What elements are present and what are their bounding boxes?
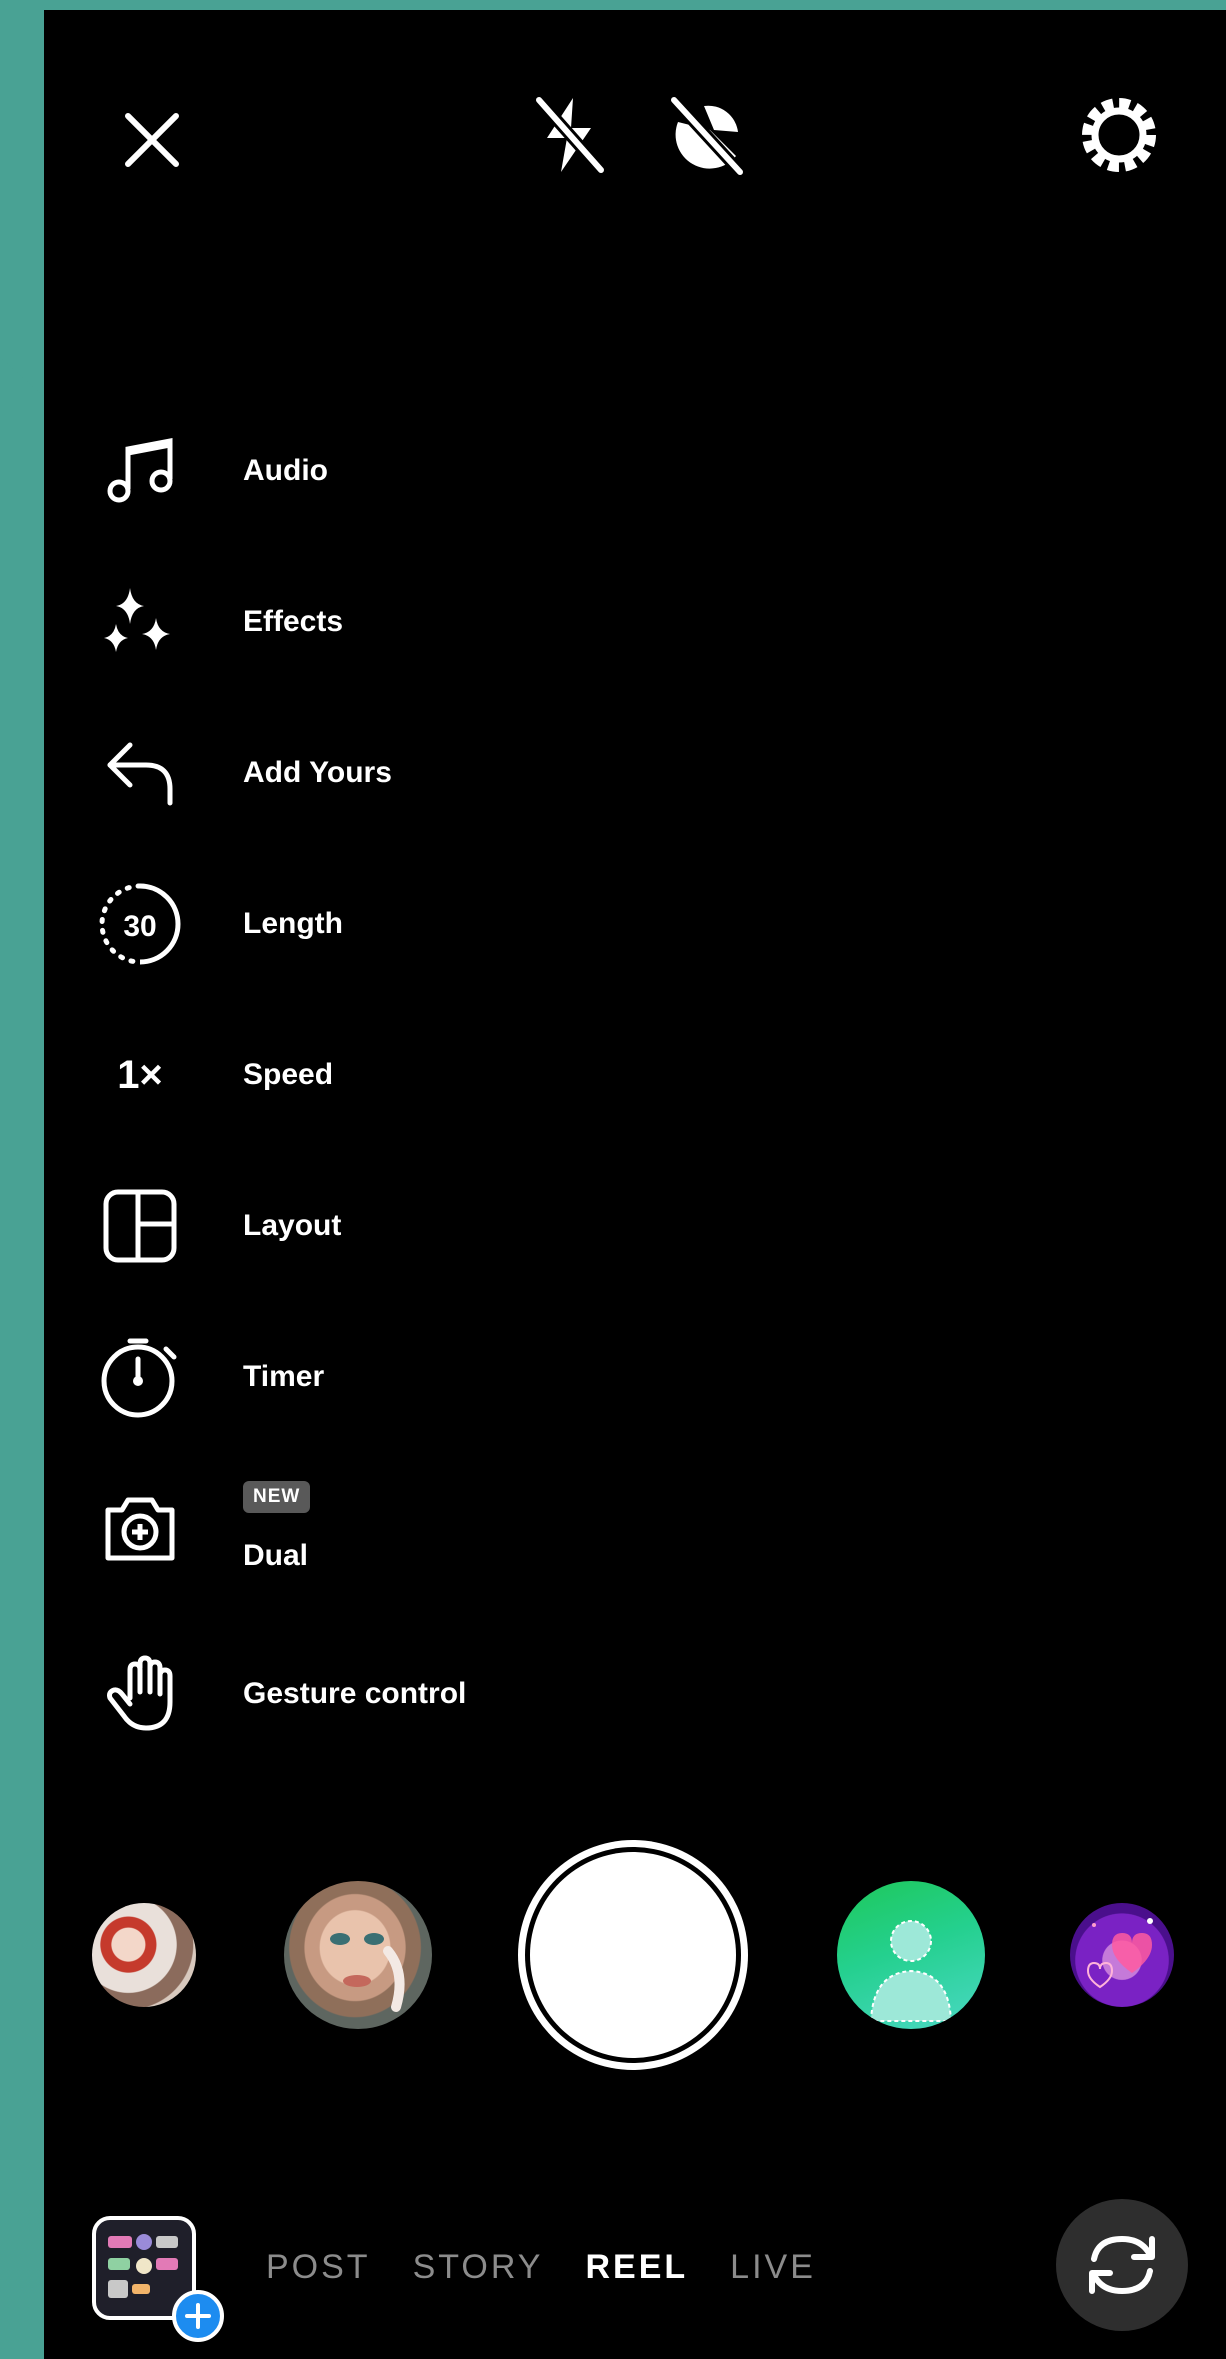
mode-live[interactable]: LIVE [730, 2248, 816, 2287]
stopwatch-icon [98, 1335, 182, 1419]
menu-label-audio: Audio [243, 454, 328, 487]
music-note-icon [98, 429, 182, 513]
menu-label-add-yours: Add Yours [243, 756, 392, 789]
mode-post[interactable]: POST [266, 2248, 371, 2287]
menu-label-length: Length [243, 907, 343, 940]
face-effect-thumbnail[interactable] [284, 1881, 432, 2029]
shutter-inner [530, 1852, 736, 2058]
svg-text:30: 30 [123, 910, 156, 943]
menu-item-speed[interactable]: 1× Speed [44, 1020, 744, 1130]
flash-off-icon[interactable] [524, 90, 614, 180]
flip-camera-button[interactable] [1056, 2199, 1188, 2331]
speed-icon: 1× [98, 1033, 182, 1117]
reply-arrow-icon [98, 731, 182, 815]
menu-label-timer: Timer [243, 1360, 325, 1393]
layout-grid-icon [98, 1184, 182, 1268]
hearts-effect-thumbnail[interactable] [1070, 1903, 1174, 2007]
menu-label-speed: Speed [243, 1058, 334, 1091]
menu-item-length[interactable]: 30 Length [44, 869, 744, 979]
products-effect-thumbnail[interactable] [92, 1903, 196, 2007]
close-icon[interactable] [112, 100, 192, 180]
menu-item-add-yours[interactable]: Add Yours [44, 718, 744, 828]
menu-item-effects[interactable]: Effects [44, 567, 744, 677]
new-badge: NEW [243, 1481, 311, 1513]
mode-story[interactable]: STORY [413, 2248, 544, 2287]
dual-camera-icon [98, 1486, 182, 1570]
menu-label-layout: Layout [243, 1209, 342, 1242]
flip-camera-icon [1089, 2235, 1155, 2295]
gallery-thumbnail-icon [108, 2234, 178, 2298]
add-icon[interactable] [172, 2290, 224, 2342]
menu-item-gesture-control[interactable]: Gesture control [44, 1639, 744, 1749]
menu-item-audio[interactable]: Audio [44, 416, 744, 526]
menu-label-effects: Effects [243, 605, 344, 638]
menu-item-dual[interactable]: NEW Dual [44, 1473, 744, 1583]
menu-item-timer[interactable]: Timer [44, 1322, 744, 1432]
speed-value: 1× [117, 1052, 163, 1097]
menu-item-layout[interactable]: Layout [44, 1171, 744, 1281]
sparkles-icon [98, 580, 182, 664]
green-screen-effect-thumbnail[interactable] [837, 1881, 985, 2029]
gear-icon[interactable] [1074, 90, 1164, 180]
mode-selector: POST STORY REEL LIVE [266, 2248, 816, 2287]
shutter-button[interactable] [518, 1840, 748, 2070]
length-30-icon: 30 [98, 882, 182, 966]
mode-reel[interactable]: REEL [585, 2248, 688, 2287]
hand-icon [98, 1652, 182, 1736]
camera-screen: Audio Effects Add Yours 30 Length 1× Spe… [44, 10, 1226, 2359]
menu-label-gesture-control: Gesture control [243, 1677, 467, 1710]
night-mode-off-icon[interactable] [662, 90, 752, 180]
menu-label-dual: Dual [243, 1539, 309, 1572]
